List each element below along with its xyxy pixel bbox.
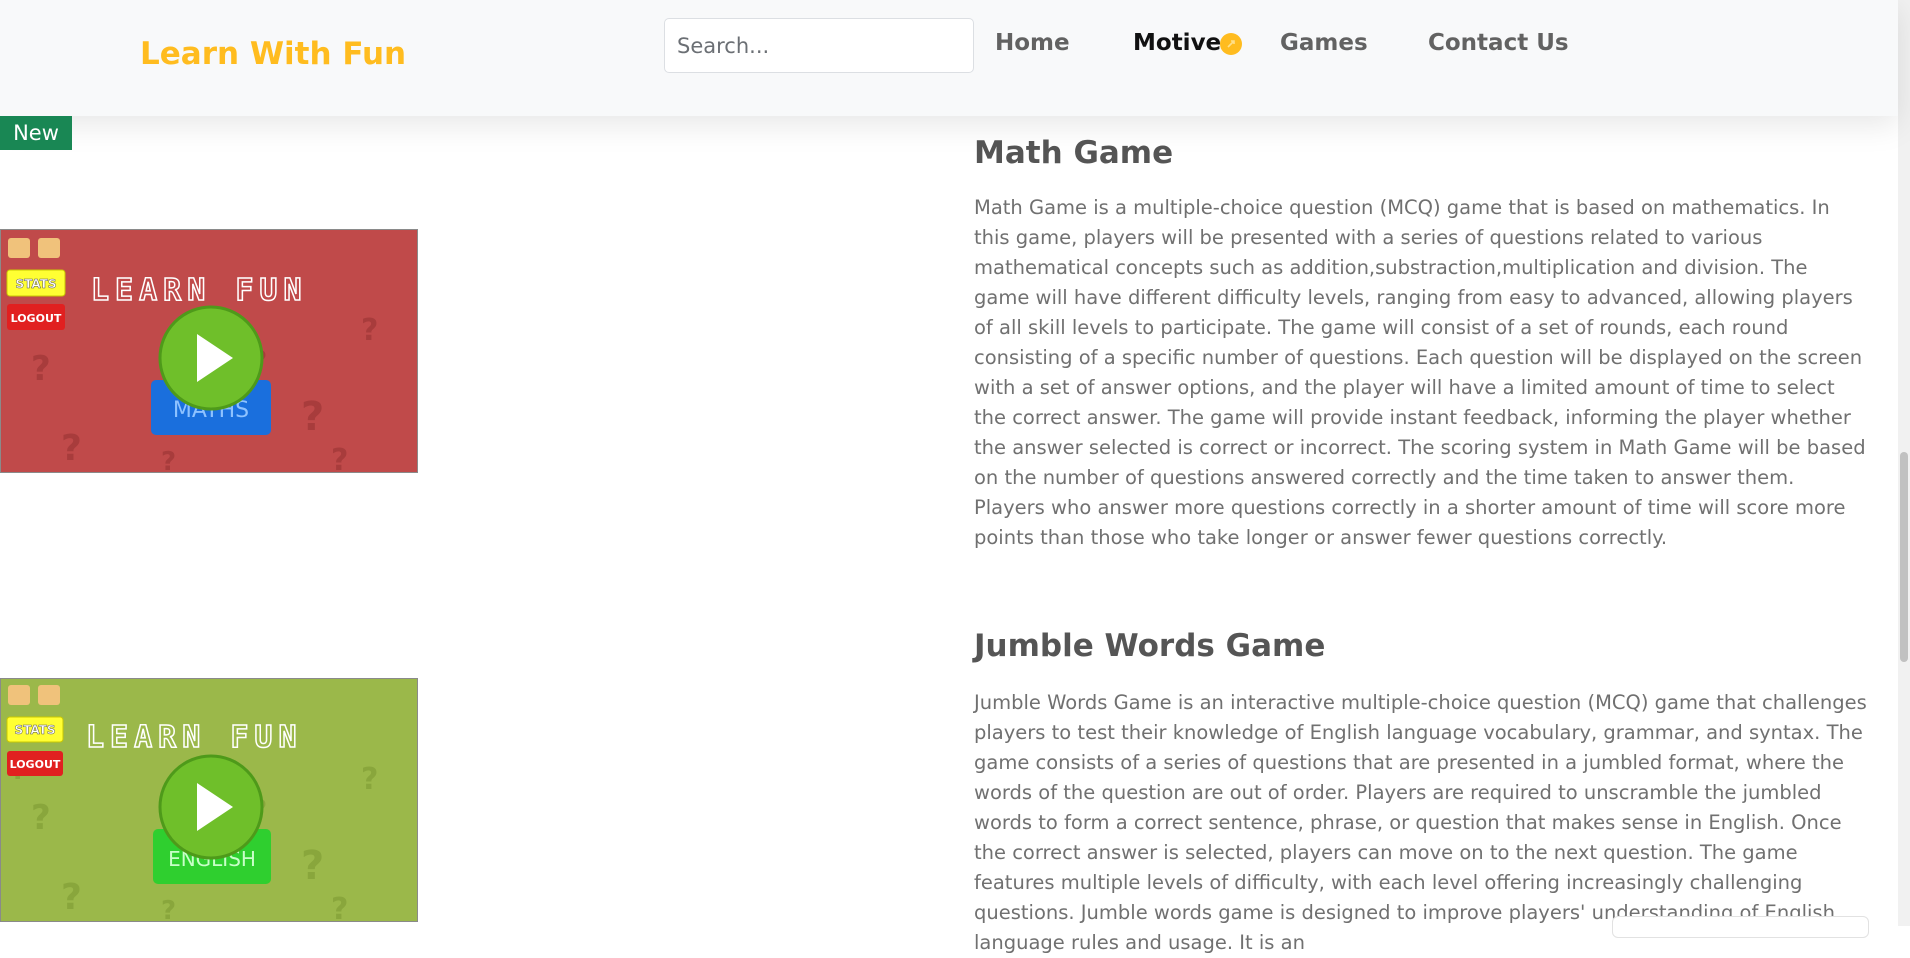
banner-text: LEARN FUN — [91, 273, 308, 308]
scrollbar[interactable] — [1898, 0, 1910, 926]
sun-icon[interactable] — [1220, 33, 1242, 55]
scrollbar-thumb[interactable] — [1900, 452, 1908, 662]
nav-home-link[interactable]: Home — [995, 30, 1070, 56]
jumble-game-thumbnail[interactable]: ?? ?? ?? ?? STATS LOGOUT LEARN FUN ENGLI… — [0, 678, 418, 922]
nav-contact-link[interactable]: Contact Us — [1428, 30, 1569, 56]
stats-label: STATS — [14, 723, 55, 737]
music-icon — [38, 238, 60, 258]
banner-text: LEARN FUN — [86, 720, 303, 755]
svg-text:?: ? — [361, 762, 378, 797]
navbar: Learn With Fun Home Motive Games Contact… — [0, 0, 1898, 116]
jumble-game-title: Jumble Words Game — [974, 628, 1326, 664]
svg-text:?: ? — [331, 443, 348, 473]
speaker-icon — [8, 685, 30, 705]
math-game-art: ?? ?? ?? ?? STATS LOGOUT LEARN FUN MATHS — [1, 230, 417, 473]
svg-text:?: ? — [31, 798, 51, 838]
music-icon — [38, 685, 60, 705]
svg-text:?: ? — [301, 394, 324, 440]
new-badge: New — [0, 116, 72, 150]
svg-text:?: ? — [161, 896, 176, 922]
svg-text:?: ? — [361, 313, 378, 348]
speaker-icon — [8, 238, 30, 258]
svg-text:?: ? — [161, 447, 176, 473]
logout-label: LOGOUT — [11, 312, 62, 325]
nav-motive-link[interactable]: Motive — [1133, 30, 1221, 56]
stats-label: STATS — [15, 277, 56, 291]
svg-text:?: ? — [61, 877, 82, 918]
svg-text:?: ? — [301, 843, 324, 889]
svg-text:?: ? — [31, 349, 51, 389]
brand-logo[interactable]: Learn With Fun — [140, 36, 406, 72]
chat-widget[interactable] — [1612, 916, 1869, 938]
math-game-description: Math Game is a multiple-choice question … — [974, 196, 1866, 549]
math-game-title: Math Game — [974, 135, 1174, 171]
nav-games-link[interactable]: Games — [1280, 30, 1368, 56]
jumble-game-art: ?? ?? ?? ?? STATS LOGOUT LEARN FUN ENGLI… — [1, 679, 417, 922]
svg-text:?: ? — [61, 428, 82, 469]
math-game-thumbnail[interactable]: ?? ?? ?? ?? STATS LOGOUT LEARN FUN MATHS — [0, 229, 418, 473]
search-input[interactable] — [664, 18, 974, 73]
svg-text:?: ? — [331, 892, 348, 922]
logout-label: LOGOUT — [10, 758, 61, 771]
